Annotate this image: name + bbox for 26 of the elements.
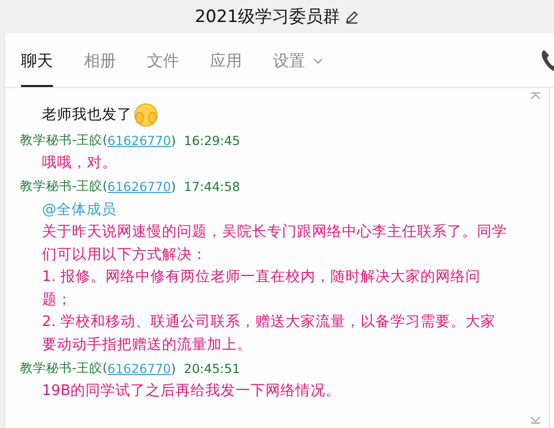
sender-name: ) xyxy=(171,360,176,376)
message-text: 19B的同学试了之后再给我发一下网络情况。 xyxy=(42,382,340,401)
message-text: 1. 报修。网络中修有两位老师一直在校内，随时解决大家的网络问题； xyxy=(42,268,482,310)
sender-name: 教学秘书-王皎( xyxy=(20,360,108,376)
tab[interactable]: 设置 xyxy=(273,33,323,87)
tab[interactable]: 相册 xyxy=(84,33,116,87)
sender-name: ) xyxy=(171,132,176,148)
message-time: 20:45:51 xyxy=(184,360,240,376)
tab[interactable]: 应用 xyxy=(210,33,242,87)
user-id-link[interactable]: 61626770 xyxy=(107,179,172,194)
window-title: 2021级学习委员群 xyxy=(194,6,340,28)
sender-name: 教学秘书-王皎( xyxy=(20,132,108,148)
message-time: 16:29:45 xyxy=(184,132,240,148)
message-text: 老师我也发了 xyxy=(42,106,132,125)
message-text: 哦哦，对。 xyxy=(42,154,117,173)
tab[interactable]: 聊天 xyxy=(21,33,53,87)
message-text: @全体成员 xyxy=(42,200,116,220)
user-id-link[interactable]: 61626770 xyxy=(107,360,172,376)
edit-icon[interactable] xyxy=(345,10,360,24)
sender-name: 教学秘书-王皎( xyxy=(20,178,108,195)
sender-name: ) xyxy=(171,179,176,194)
user-id-link[interactable]: 61626770 xyxy=(107,132,172,148)
tab[interactable]: 文件 xyxy=(147,33,179,87)
message-time: 17:44:58 xyxy=(184,179,240,194)
message-text: 关于昨天说网速慢的问题，吴院长专门跟网络中心李主任联系了。同学们可以用以下方式解决： xyxy=(42,222,508,264)
message-text: 2. 学校和移动、联通公司联系，赠送大家流量，以备学习需要。大家要动动手指把赠送的流量加上。 xyxy=(42,312,496,354)
